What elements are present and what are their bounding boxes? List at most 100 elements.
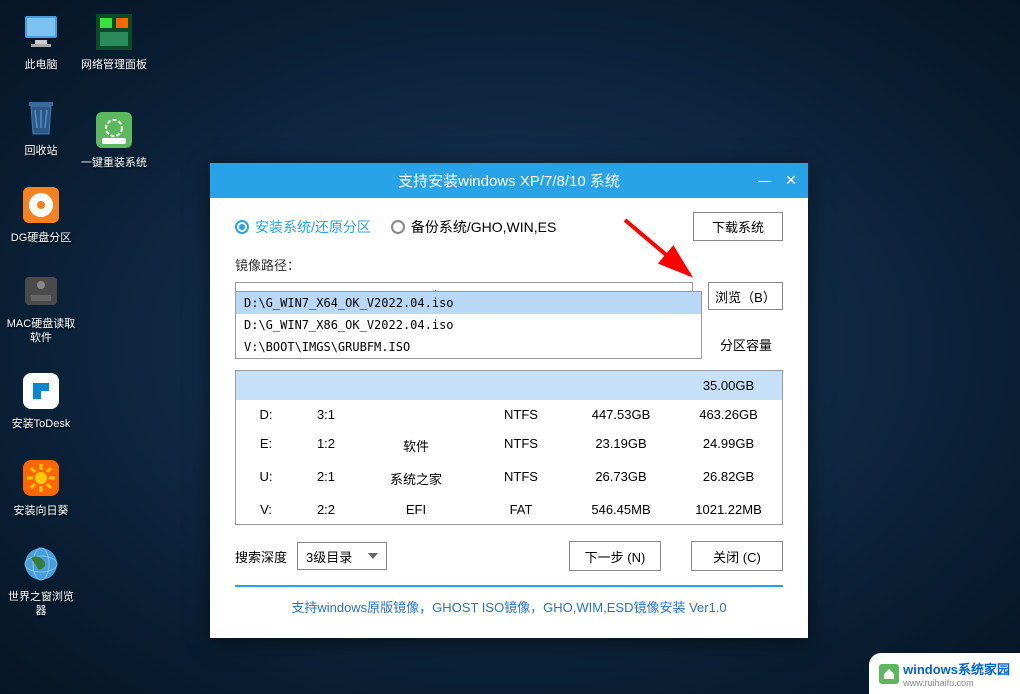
icon-label: 一键重装系统	[81, 156, 147, 170]
radio-label: 备份系统/GHO,WIN,ES	[411, 217, 556, 237]
cell-fs: NTFS	[476, 469, 566, 488]
desktop-icon-mac-disk[interactable]: MAC硬盘读取软件	[5, 269, 77, 346]
dropdown-item[interactable]: V:\BOOT\IMGS\GRUBFM.ISO	[236, 336, 701, 358]
desktop-icon-reinstall[interactable]: 一键重装系统	[78, 108, 150, 170]
icon-label: DG硬盘分区	[11, 231, 72, 245]
icon-label: 回收站	[25, 144, 58, 158]
cell-total: 463.26GB	[676, 407, 781, 422]
desktop-icon-dg-disk[interactable]: DG硬盘分区	[5, 183, 77, 245]
partition-table: 分区容量 35.00GB D: 3:1 NTFS 447.53GB 463.26…	[235, 370, 783, 525]
search-depth-select[interactable]: 3级目录	[297, 542, 387, 570]
desktop-icon-network-panel[interactable]: 网络管理面板	[78, 10, 150, 72]
icon-label: 世界之窗浏览器	[5, 590, 77, 619]
icon-label: 此电脑	[25, 58, 58, 72]
titlebar-controls: — ✕	[756, 171, 800, 189]
cell-total: 35.00GB	[676, 378, 781, 393]
watermark-url: www.ruihaifu.com	[903, 678, 1010, 688]
cell-total: 26.82GB	[676, 469, 781, 488]
titlebar[interactable]: 支持安装windows XP/7/8/10 系统 — ✕	[210, 163, 808, 198]
watermark-title: windows系统家园	[903, 659, 1010, 678]
cell-name	[356, 378, 476, 393]
cell-drive: D:	[236, 407, 296, 422]
dialog-body: 安装系统/还原分区 备份系统/GHO,WIN,ES 下载系统 镜像路径： D:\…	[210, 198, 808, 638]
cell-name: 软件	[356, 436, 476, 455]
cell-free: 546.45MB	[566, 502, 676, 517]
chevron-down-icon	[368, 553, 378, 559]
table-row[interactable]: V: 2:2 EFI FAT 546.45MB 1021.22MB	[236, 495, 782, 524]
radio-icon	[391, 220, 405, 234]
radio-row: 安装系统/还原分区 备份系统/GHO,WIN,ES 下载系统	[235, 212, 783, 241]
icon-label: 网络管理面板	[81, 58, 147, 72]
cell-fs: FAT	[476, 502, 566, 517]
table-row[interactable]: E: 1:2 软件 NTFS 23.19GB 24.99GB	[236, 429, 782, 462]
cell-num: 2:2	[296, 502, 356, 517]
path-dropdown-list: D:\G_WIN7_X64_OK_V2022.04.iso D:\G_WIN7_…	[235, 291, 702, 359]
watermark-text-block: windows系统家园 www.ruihaifu.com	[903, 659, 1010, 688]
next-button[interactable]: 下一步 (N)	[569, 541, 661, 571]
disk-partition-icon	[19, 183, 63, 227]
depth-value: 3级目录	[306, 547, 352, 566]
cell-drive: U:	[236, 469, 296, 488]
cell-total: 1021.22MB	[676, 502, 781, 517]
cell-name	[356, 407, 476, 422]
mac-disk-icon	[19, 269, 63, 313]
computer-icon	[19, 10, 63, 54]
table-row[interactable]: D: 3:1 NTFS 447.53GB 463.26GB	[236, 400, 782, 429]
cell-fs: NTFS	[476, 436, 566, 455]
globe-icon	[19, 542, 63, 586]
cell-fs	[476, 378, 566, 393]
dropdown-item[interactable]: D:\G_WIN7_X86_OK_V2022.04.iso	[236, 314, 701, 336]
table-header-capacity: 分区容量	[720, 335, 772, 354]
cell-drive	[236, 378, 296, 393]
dropdown-item[interactable]: D:\G_WIN7_X64_OK_V2022.04.iso	[236, 292, 701, 314]
dialog-title: 支持安装windows XP/7/8/10 系统	[398, 170, 620, 191]
action-buttons: 下一步 (N) 关闭 (C)	[569, 541, 783, 571]
desktop-icon-browser[interactable]: 世界之窗浏览器	[5, 542, 77, 619]
cell-drive: E:	[236, 436, 296, 455]
cell-drive: V:	[236, 502, 296, 517]
search-depth-label: 搜索深度	[235, 547, 287, 566]
close-button[interactable]: ✕	[782, 171, 800, 189]
radio-label: 安装系统/还原分区	[255, 217, 371, 237]
sunflower-icon	[19, 456, 63, 500]
todesk-icon	[19, 369, 63, 413]
reinstall-icon	[92, 108, 136, 152]
path-label: 镜像路径：	[235, 255, 783, 274]
cell-total: 24.99GB	[676, 436, 781, 455]
footer-text: 支持windows原版镜像，GHOST ISO镜像，GHO,WIM,ESD镜像安…	[235, 585, 783, 626]
cell-free	[566, 378, 676, 393]
desktop-icon-todesk[interactable]: 安装ToDesk	[5, 369, 77, 431]
radio-backup[interactable]: 备份系统/GHO,WIN,ES	[391, 217, 556, 237]
install-dialog: 支持安装windows XP/7/8/10 系统 — ✕ 安装系统/还原分区 备…	[210, 163, 808, 638]
download-system-button[interactable]: 下载系统	[693, 212, 783, 241]
recycle-bin-icon	[19, 96, 63, 140]
cell-num: 1:2	[296, 436, 356, 455]
desktop-icon-sunflower[interactable]: 安装向日葵	[5, 456, 77, 518]
browse-button[interactable]: 浏览（B）	[708, 282, 783, 310]
radio-icon	[235, 220, 249, 234]
watermark: windows系统家园 www.ruihaifu.com	[869, 653, 1020, 694]
bottom-row: 搜索深度 3级目录 下一步 (N) 关闭 (C)	[235, 541, 783, 571]
cell-num: 3:1	[296, 407, 356, 422]
icon-label: 安装向日葵	[14, 504, 69, 518]
desktop-icon-this-pc[interactable]: 此电脑	[5, 10, 77, 72]
cell-fs: NTFS	[476, 407, 566, 422]
cell-name: EFI	[356, 502, 476, 517]
cell-num	[296, 378, 356, 393]
desktop-icon-recycle-bin[interactable]: 回收站	[5, 96, 77, 158]
network-panel-icon	[92, 10, 136, 54]
windows-home-icon	[879, 664, 899, 684]
cell-free: 23.19GB	[566, 436, 676, 455]
cell-num: 2:1	[296, 469, 356, 488]
close-button[interactable]: 关闭 (C)	[691, 541, 783, 571]
desktop-icons-column1: 此电脑 回收站 DG硬盘分区 MAC硬盘读取软件 安装ToDesk 安装向日葵	[5, 10, 77, 643]
icon-label: 安装ToDesk	[12, 417, 71, 431]
radio-install[interactable]: 安装系统/还原分区	[235, 217, 371, 237]
minimize-button[interactable]: —	[756, 171, 774, 189]
icon-label: MAC硬盘读取软件	[5, 317, 77, 346]
cell-name: 系统之家	[356, 469, 476, 488]
table-row[interactable]: 35.00GB	[236, 371, 782, 400]
cell-free: 26.73GB	[566, 469, 676, 488]
table-row[interactable]: U: 2:1 系统之家 NTFS 26.73GB 26.82GB	[236, 462, 782, 495]
cell-free: 447.53GB	[566, 407, 676, 422]
